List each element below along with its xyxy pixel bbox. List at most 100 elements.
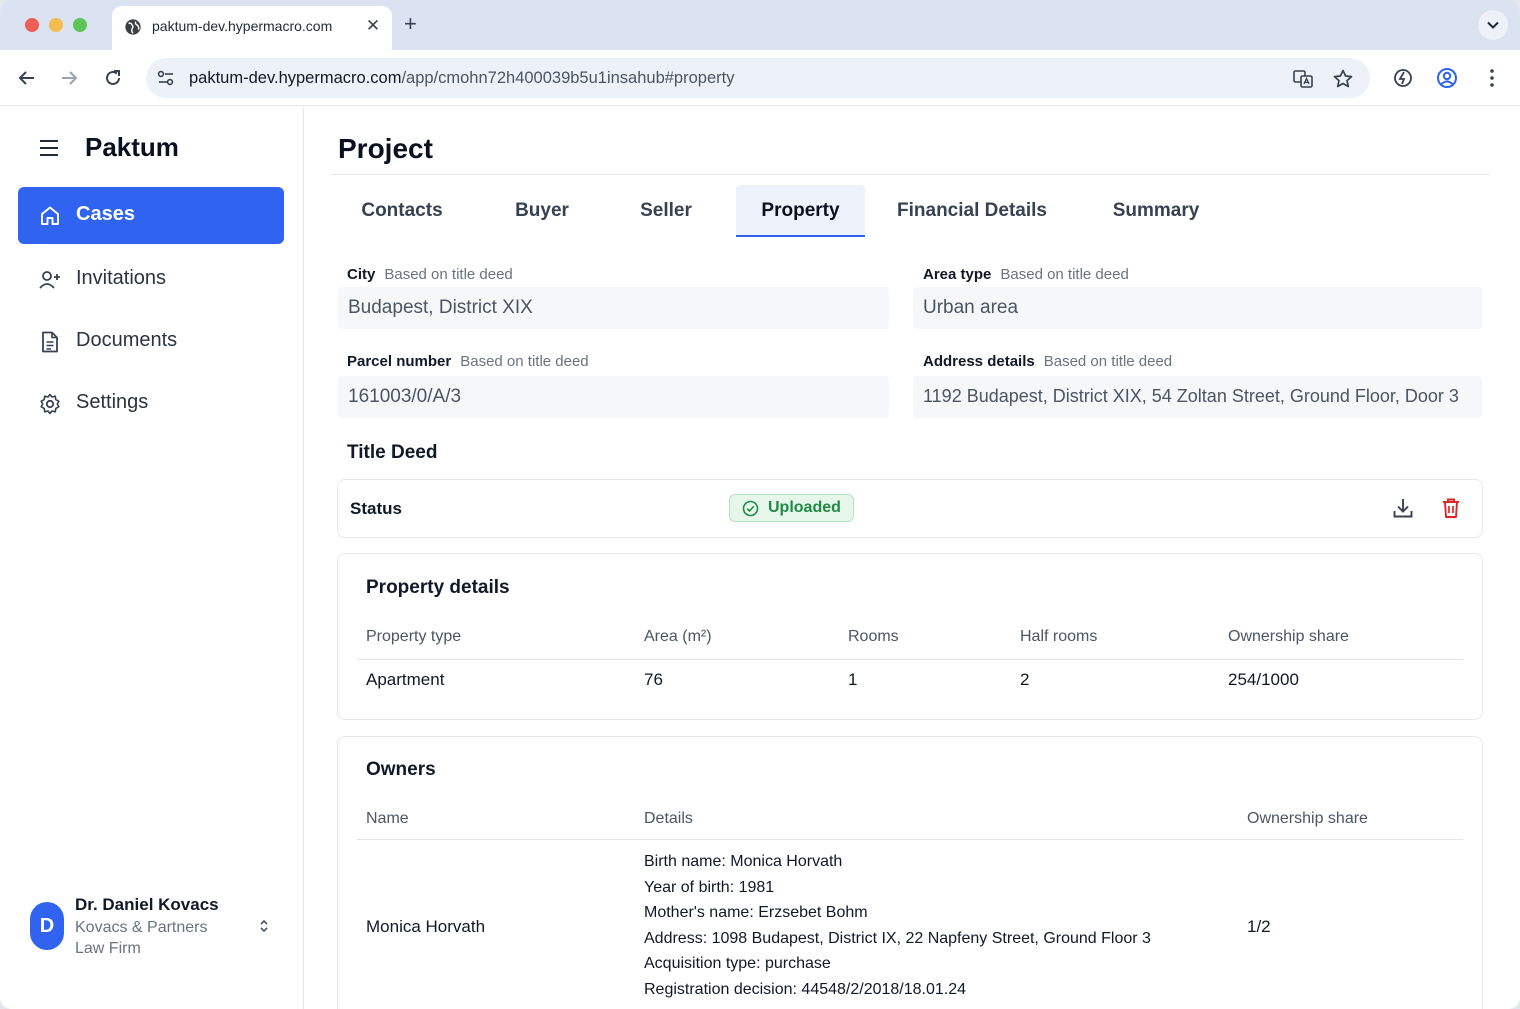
- gear-icon: [40, 393, 60, 415]
- parcel-number-label: Parcel number Based on title deed: [347, 353, 589, 370]
- divider: [357, 839, 1463, 840]
- address-details-field[interactable]: 1192 Budapest, District XIX, 54 Zoltan S…: [913, 376, 1482, 418]
- avatar: D: [30, 902, 64, 950]
- tab-summary[interactable]: Summary: [1092, 185, 1220, 237]
- check-circle-icon: [742, 500, 759, 517]
- menu-icon[interactable]: [38, 139, 60, 157]
- tab-property[interactable]: Property: [736, 185, 865, 237]
- address-details-label: Address details Based on title deed: [923, 353, 1173, 370]
- column-header: Property type: [366, 628, 462, 645]
- user-menu[interactable]: D Dr. Daniel Kovacs Kovacs & Partners La…: [30, 895, 280, 957]
- owner-name-cell: Monica Horvath: [366, 917, 486, 936]
- more-vertical-icon[interactable]: [1480, 66, 1504, 90]
- new-tab-button[interactable]: +: [404, 12, 417, 36]
- column-header: Details: [644, 810, 693, 827]
- city-label: City Based on title deed: [347, 266, 513, 283]
- status-label: Status: [350, 499, 402, 518]
- user-organization: Kovacs & Partners Law Firm: [75, 919, 208, 957]
- tab-buyer[interactable]: Buyer: [477, 185, 607, 237]
- user-plus-icon: [39, 271, 60, 289]
- back-arrow-icon[interactable]: [16, 67, 38, 89]
- address-details-hint: Based on title deed: [1043, 353, 1173, 370]
- minimize-window-button[interactable]: [49, 18, 63, 32]
- main-content: Project Contacts Buyer Seller Property F…: [305, 107, 1520, 1009]
- column-header: Ownership share: [1247, 810, 1368, 827]
- extensions-icon[interactable]: [1391, 66, 1415, 90]
- rooms-cell: 1: [848, 670, 858, 689]
- property-type-cell: Apartment: [366, 670, 445, 689]
- owner-detail-line: Address: 1098 Budapest, District IX, 22 …: [644, 929, 1151, 947]
- column-header: Half rooms: [1020, 628, 1098, 645]
- column-header: Area (m²): [644, 628, 712, 645]
- divider: [357, 659, 1463, 660]
- sidebar: Paktum Cases Invitations Documents Setti…: [0, 107, 304, 1009]
- trash-icon[interactable]: [1439, 496, 1463, 520]
- parcel-number-hint: Based on title deed: [460, 353, 589, 370]
- owner-detail-line: Acquisition type: purchase: [644, 955, 831, 973]
- translate-icon[interactable]: [1292, 68, 1314, 90]
- title-deed-heading: Title Deed: [347, 442, 438, 463]
- divider: [332, 174, 1490, 175]
- owner-detail-line: Year of birth: 1981: [644, 878, 775, 896]
- column-header: Ownership share: [1228, 628, 1349, 645]
- ownership-share-cell: 254/1000: [1228, 670, 1299, 689]
- home-icon: [41, 206, 59, 225]
- tab-search-button[interactable]: [1478, 10, 1508, 40]
- area-type-field[interactable]: Urban area: [913, 287, 1482, 329]
- browser-tab-active[interactable]: paktum-dev.hypermacro.com ✕: [112, 6, 392, 50]
- bookmark-star-icon[interactable]: [1332, 68, 1354, 90]
- address-bar[interactable]: paktum-dev.hypermacro.com/app/cmohn72h40…: [146, 58, 1370, 98]
- reload-icon[interactable]: [102, 67, 124, 89]
- globe-icon: [125, 19, 141, 35]
- sidebar-item-invitations[interactable]: Invitations: [18, 251, 284, 308]
- user-name: Dr. Daniel Kovacs: [75, 895, 219, 914]
- property-details-heading: Property details: [366, 577, 510, 598]
- url-text[interactable]: paktum-dev.hypermacro.com/app/cmohn72h40…: [189, 69, 734, 88]
- area-type-label: Area type Based on title deed: [923, 266, 1129, 283]
- forward-arrow-icon[interactable]: [58, 67, 80, 89]
- chevron-down-icon: [1487, 21, 1499, 29]
- browser-window: paktum-dev.hypermacro.com ✕ + paktum-dev…: [0, 0, 1520, 1009]
- owners-card: Owners Name Details Ownership share Moni…: [337, 736, 1483, 1009]
- browser-toolbar: paktum-dev.hypermacro.com/app/cmohn72h40…: [0, 50, 1520, 106]
- page-title: Project: [338, 133, 433, 164]
- parcel-number-field[interactable]: 161003/0/A/3: [338, 376, 889, 418]
- download-icon[interactable]: [1391, 496, 1415, 520]
- tab-seller[interactable]: Seller: [607, 185, 725, 237]
- sidebar-item-label: Documents: [76, 329, 178, 351]
- city-hint: Based on title deed: [384, 266, 513, 283]
- owner-detail-line: Birth name: Monica Horvath: [644, 853, 843, 870]
- property-details-card: Property details Property type Area (m²)…: [337, 553, 1483, 720]
- close-tab-icon[interactable]: ✕: [364, 16, 382, 36]
- owner-details-cell: Birth name: Monica Horvath Year of birth…: [644, 849, 1151, 1003]
- sidebar-item-settings[interactable]: Settings: [18, 375, 284, 432]
- city-field[interactable]: Budapest, District XIX: [338, 287, 889, 329]
- column-header: Rooms: [848, 628, 899, 645]
- owners-heading: Owners: [366, 759, 436, 780]
- chevron-up-down-icon: [260, 919, 268, 933]
- browser-tabstrip: paktum-dev.hypermacro.com ✕ +: [0, 0, 1520, 50]
- browser-tab-title: paktum-dev.hypermacro.com: [152, 18, 333, 34]
- tab-financial-details[interactable]: Financial Details: [887, 185, 1057, 237]
- owner-detail-line: Mother's name: Erzsebet Bohm: [644, 904, 868, 922]
- sidebar-item-label: Invitations: [76, 267, 167, 289]
- area-cell: 76: [644, 670, 663, 689]
- app-title: Paktum: [85, 132, 179, 162]
- owner-share-cell: 1/2: [1247, 917, 1271, 936]
- site-settings-icon[interactable]: [156, 68, 176, 88]
- owner-detail-line: Registration decision: 44548/2/2018/18.0…: [644, 980, 967, 998]
- document-icon: [42, 331, 58, 353]
- close-window-button[interactable]: [25, 18, 39, 32]
- sidebar-item-label: Cases: [76, 203, 135, 225]
- sidebar-item-label: Settings: [76, 391, 149, 413]
- area-type-hint: Based on title deed: [1000, 266, 1129, 283]
- column-header: Name: [366, 810, 409, 827]
- tab-contacts[interactable]: Contacts: [332, 185, 472, 237]
- status-badge: Uploaded: [729, 494, 854, 522]
- sidebar-item-cases[interactable]: Cases: [18, 187, 284, 244]
- profile-icon[interactable]: [1435, 66, 1459, 90]
- maximize-window-button[interactable]: [73, 18, 87, 32]
- title-deed-card: Status Uploaded: [337, 479, 1483, 538]
- half-rooms-cell: 2: [1020, 670, 1030, 689]
- sidebar-item-documents[interactable]: Documents: [18, 313, 284, 370]
